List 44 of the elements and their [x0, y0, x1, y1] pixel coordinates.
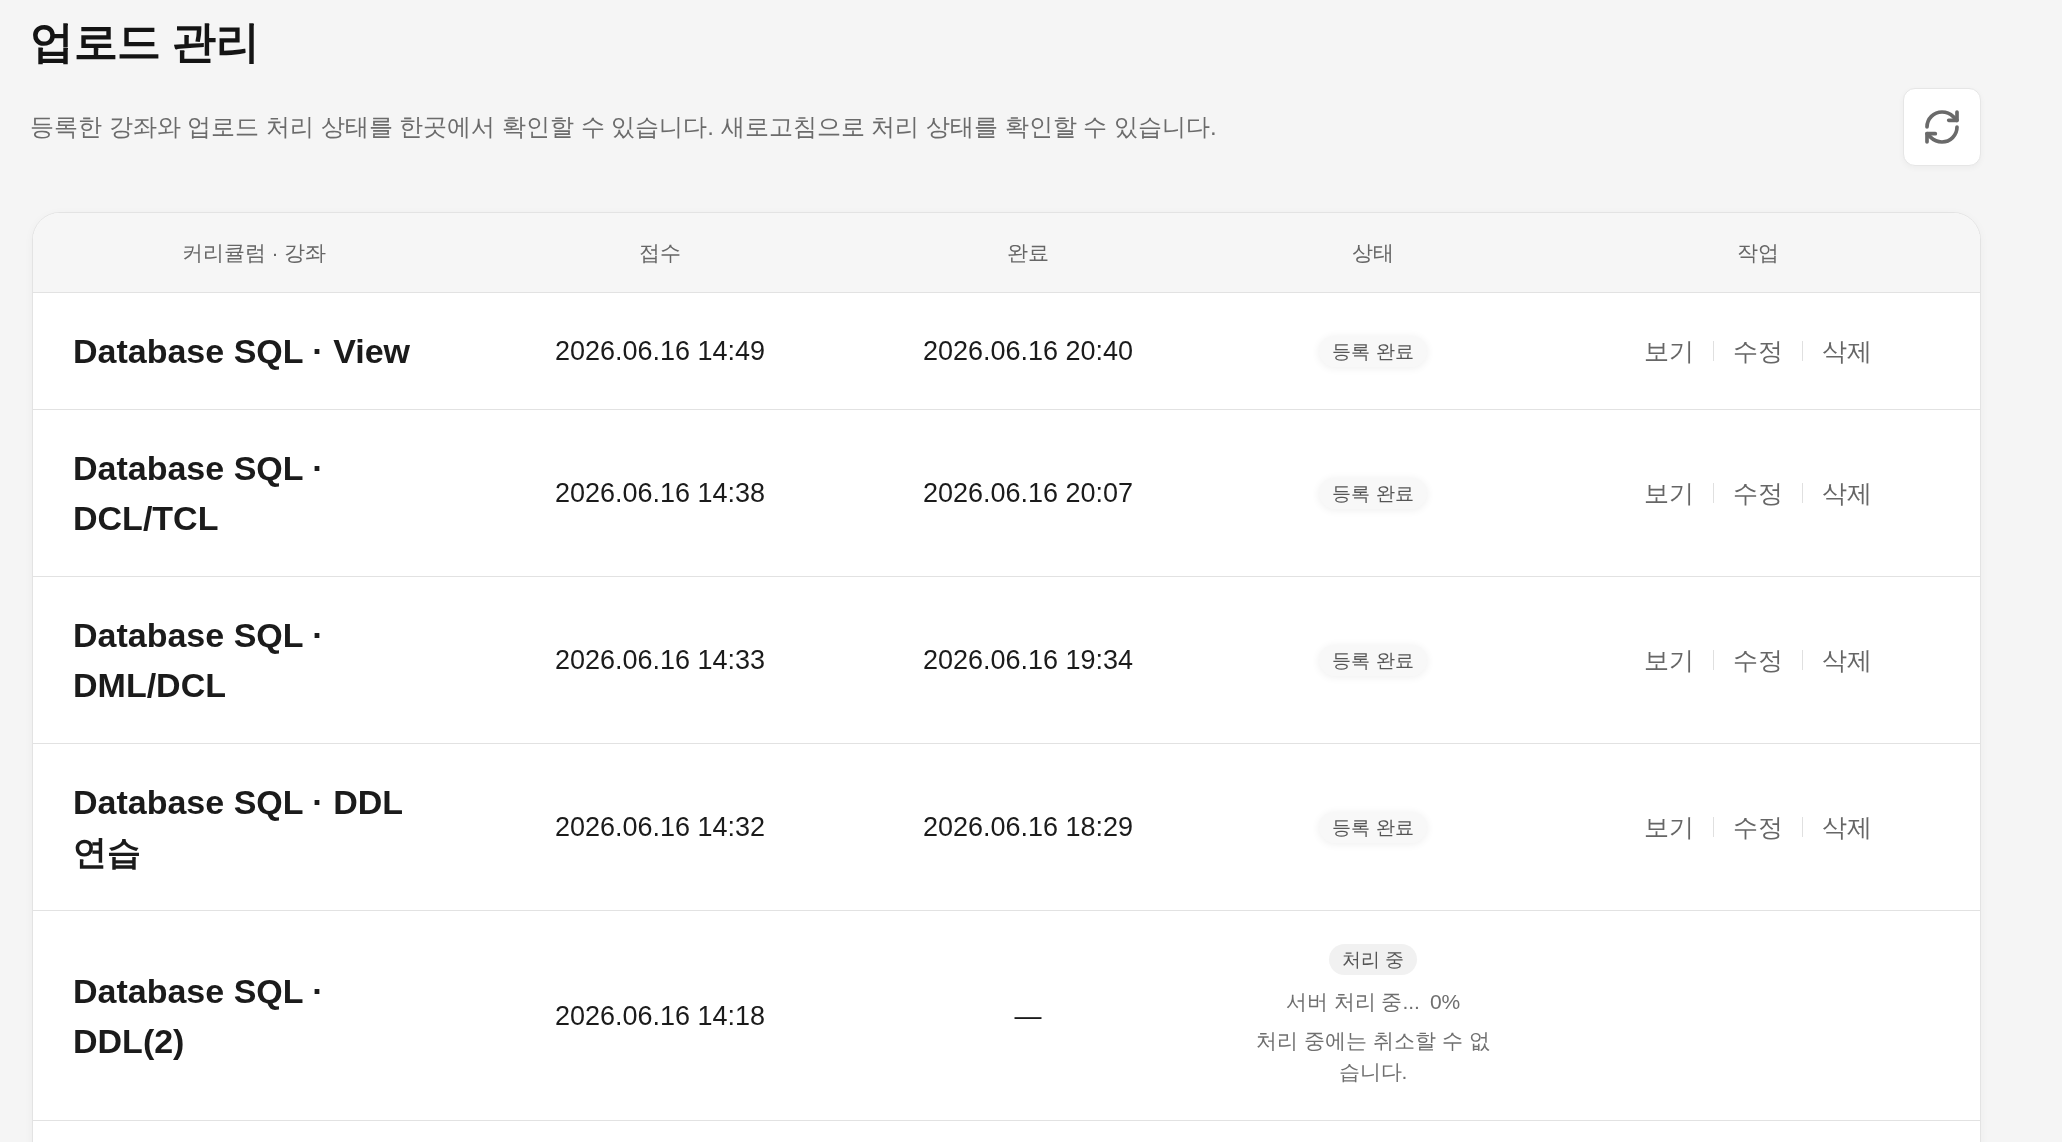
column-header: 접수	[639, 239, 681, 266]
column-header: 상태	[1352, 239, 1394, 266]
progress-percent: 0%	[1429, 989, 1461, 1015]
course-title: Database SQL · DML/DCL	[73, 616, 324, 704]
action-link[interactable]: 보기	[1643, 643, 1694, 677]
action-link[interactable]: 보기	[1643, 476, 1694, 510]
column-header: 완료	[1007, 239, 1049, 266]
completed-time: —	[1014, 999, 1042, 1033]
page-description: 등록한 강좌와 업로드 처리 상태를 한곳에서 확인할 수 있습니다. 새로고침으로 처리 상태를 확인할 수 있습니다.	[30, 112, 1217, 142]
column-header: 작업	[1736, 239, 1779, 266]
column-header: 커리큘럼 · 강좌	[181, 239, 327, 266]
action-link[interactable]: 수정	[1732, 334, 1783, 368]
status-badge: 처리 중	[1328, 944, 1418, 975]
refresh-button[interactable]	[1903, 88, 1981, 166]
action-link[interactable]: 삭제	[1821, 476, 1872, 510]
action-link[interactable]: 보기	[1643, 334, 1694, 368]
course-title: Database SQL · View	[73, 332, 410, 370]
action-link[interactable]: 삭제	[1821, 334, 1872, 368]
completed-time: 2026.06.16 20:40	[922, 335, 1134, 368]
progress-text: 서버 처리 중...	[1285, 989, 1420, 1015]
completed-time: 2026.06.16 19:34	[922, 644, 1134, 677]
action-link[interactable]: 삭제	[1821, 810, 1872, 844]
received-time: 2026.06.16 14:18	[554, 999, 766, 1033]
course-title: Database SQL · DDL(2)	[73, 971, 324, 1060]
status-badge: 등록 완료	[1319, 644, 1427, 676]
status-badge: 등록 완료	[1319, 477, 1427, 509]
action-link[interactable]: 보기	[1643, 810, 1694, 844]
received-time: 2026.06.16 14:33	[554, 644, 766, 677]
page-title: 업로드 관리	[30, 16, 260, 68]
course-title: Database SQL · DCL/TCL	[73, 449, 324, 537]
received-time: 2026.06.16 14:49	[554, 335, 766, 368]
completed-time: 2026.06.16 20:07	[922, 477, 1134, 510]
action-link[interactable]: 삭제	[1821, 643, 1872, 677]
completed-time: 2026.06.16 18:29	[922, 811, 1134, 844]
refresh-icon	[1922, 107, 1962, 147]
status-note: 처리 중에는 취소할 수 없습니다.	[1255, 1028, 1491, 1085]
received-time: 2026.06.16 14:32	[554, 811, 766, 844]
received-time: 2026.06.16 14:38	[554, 477, 766, 510]
action-link[interactable]: 수정	[1732, 810, 1783, 844]
action-link[interactable]: 수정	[1732, 643, 1783, 677]
status-badge: 등록 완료	[1319, 811, 1427, 843]
course-title: Database SQL · DDL 연습	[73, 783, 403, 871]
action-link[interactable]: 수정	[1732, 476, 1783, 510]
status-badge: 등록 완료	[1319, 335, 1427, 367]
